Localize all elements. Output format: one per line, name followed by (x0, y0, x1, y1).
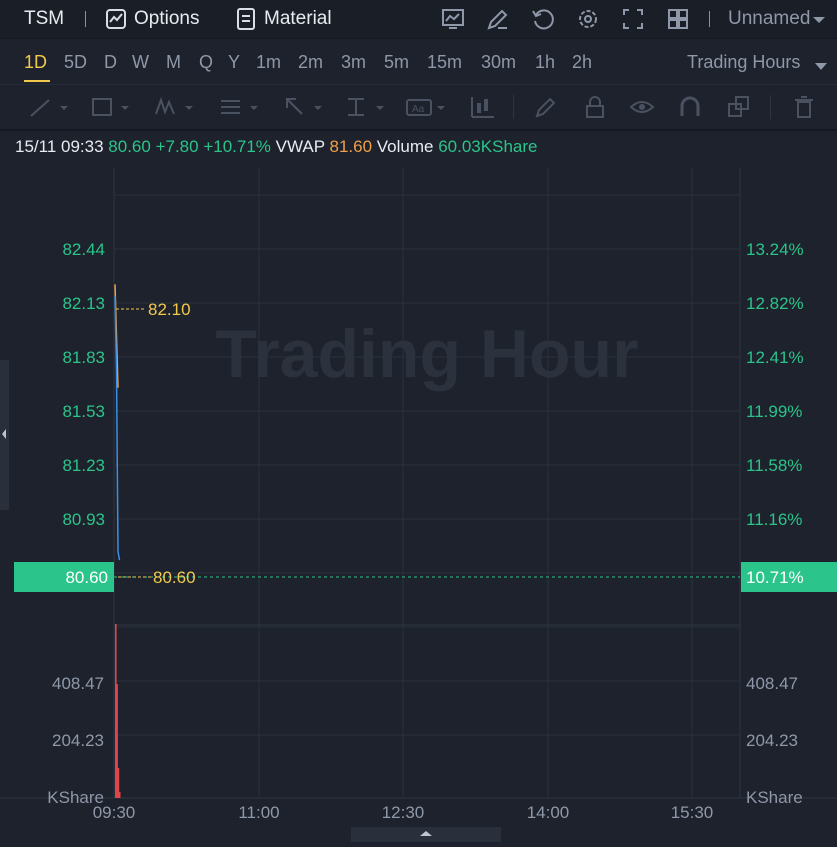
layers-icon[interactable] (726, 94, 752, 120)
bars-icon[interactable] (468, 94, 498, 120)
price-tick-label: 81.53 (62, 402, 105, 421)
lock-icon[interactable] (582, 94, 608, 120)
eye-icon[interactable] (629, 94, 655, 120)
pct-tick-label: 11.99% (746, 402, 802, 421)
tf-1h[interactable]: 1h (535, 52, 555, 73)
last-pct-label: 10.71% (746, 568, 804, 587)
chevron-down-icon[interactable] (815, 58, 827, 76)
tf-30m[interactable]: 30m (481, 52, 516, 73)
material-icon[interactable] (233, 6, 259, 32)
volume-label: Volume (376, 137, 434, 156)
tf-15m[interactable]: 15m (427, 52, 462, 73)
volume-bar (118, 792, 121, 798)
bottom-panel-handle[interactable] (351, 827, 501, 842)
layout-grid-icon[interactable] (665, 6, 691, 32)
material-button[interactable]: Material (264, 8, 332, 30)
pencil-icon[interactable] (533, 94, 559, 120)
tf-d[interactable]: D (104, 52, 117, 73)
pct-tick-label: 11.16% (746, 510, 802, 529)
chart-grid (0, 168, 837, 799)
time-tick-label: 11:00 (238, 803, 279, 822)
edit-icon[interactable] (485, 6, 511, 32)
options-icon[interactable] (103, 6, 129, 32)
volume-tick-label: 204.23 (746, 731, 798, 750)
fullscreen-icon[interactable] (620, 6, 646, 32)
volume-bars (115, 624, 121, 798)
volume-tick-label: 408.47 (52, 674, 104, 693)
price-tick-label: 82.13 (62, 294, 105, 313)
svg-text:Aa: Aa (412, 104, 425, 115)
rectangle-icon[interactable] (89, 94, 133, 120)
watermark: Trading Hour (215, 316, 638, 392)
top-toolbar: TSM Options Material Unnamed (0, 0, 837, 39)
drawing-toolbar: Aa (0, 84, 837, 131)
toolbar-divider (513, 95, 514, 119)
time-tick-label: 14:00 (527, 803, 570, 822)
refresh-icon[interactable] (530, 6, 556, 32)
symbol-label[interactable]: TSM (24, 8, 64, 30)
chart-type-icon[interactable] (440, 6, 466, 32)
last-marker-label: 80.60 (153, 568, 196, 587)
tf-w[interactable]: W (132, 52, 149, 73)
quote-change-pct: +10.71% (203, 137, 271, 156)
arrow-icon[interactable] (282, 94, 326, 120)
tf-3m[interactable]: 3m (341, 52, 366, 73)
volume-value: 60.03KShare (438, 137, 538, 156)
price-tick-label: 81.23 (62, 456, 105, 475)
active-tab-underline (24, 80, 50, 82)
volume-tick-label: 204.23 (52, 731, 104, 750)
pattern-icon[interactable] (153, 94, 197, 120)
quote-change: +7.80 (155, 137, 199, 156)
pct-tick-label: 13.24% (746, 240, 804, 259)
tf-2h[interactable]: 2h (572, 52, 592, 73)
timeframe-bar: 1D 5D D W M Q Y 1m 2m 3m 5m 15m 30m 1h 2… (0, 39, 837, 83)
vwap-value: 81.60 (329, 137, 373, 156)
options-button[interactable]: Options (134, 8, 199, 30)
price-tick-label: 82.44 (62, 240, 105, 259)
tf-1m[interactable]: 1m (256, 52, 281, 73)
quote-datetime: 15/11 09:33 (15, 137, 104, 156)
gear-icon[interactable] (575, 6, 601, 32)
pct-tick-label: 12.41% (746, 348, 804, 367)
last-price-label: 80.60 (65, 568, 108, 587)
toolbar-divider (85, 11, 86, 27)
time-tick-label: 15:30 (671, 803, 714, 822)
vwap-label: VWAP (275, 137, 325, 156)
toolbar-divider (709, 11, 710, 27)
quote-price: 80.60 (108, 137, 151, 156)
fib-icon[interactable] (218, 94, 262, 120)
measure-icon[interactable] (344, 94, 388, 120)
session-select[interactable]: Trading Hours (687, 52, 800, 73)
trash-icon[interactable] (791, 94, 817, 120)
tf-1d[interactable]: 1D (24, 52, 47, 73)
tf-5d[interactable]: 5D (64, 52, 87, 73)
price-chart[interactable]: Trading Hour 82.44 82.13 81.83 81.53 81.23 80… (0, 160, 837, 827)
volume-unit-label: KShare (746, 788, 803, 807)
layout-name[interactable]: Unnamed (728, 8, 810, 30)
left-panel-handle[interactable] (0, 360, 9, 510)
trendline-icon[interactable] (28, 94, 72, 120)
tf-m[interactable]: M (166, 52, 181, 73)
text-icon[interactable]: Aa (405, 94, 449, 120)
magnet-icon[interactable] (677, 94, 703, 120)
time-tick-label: 12:30 (382, 803, 425, 822)
quote-info-line: 15/11 09:33 80.60 +7.80 +10.71% VWAP 81.… (15, 137, 537, 157)
tf-q[interactable]: Q (199, 52, 213, 73)
tf-y[interactable]: Y (228, 52, 240, 73)
price-tick-label: 81.83 (62, 348, 105, 367)
price-line (114, 296, 121, 561)
time-tick-label: 09:30 (93, 803, 136, 822)
pct-tick-label: 12.82% (746, 294, 804, 313)
volume-tick-label: 408.47 (746, 674, 798, 693)
chevron-down-icon[interactable] (810, 6, 828, 32)
toolbar-divider (770, 95, 771, 119)
pct-tick-label: 11.58% (746, 456, 802, 475)
high-marker-label: 82.10 (148, 300, 191, 319)
price-tick-label: 80.93 (62, 510, 105, 529)
tf-2m[interactable]: 2m (298, 52, 323, 73)
tf-5m[interactable]: 5m (384, 52, 409, 73)
